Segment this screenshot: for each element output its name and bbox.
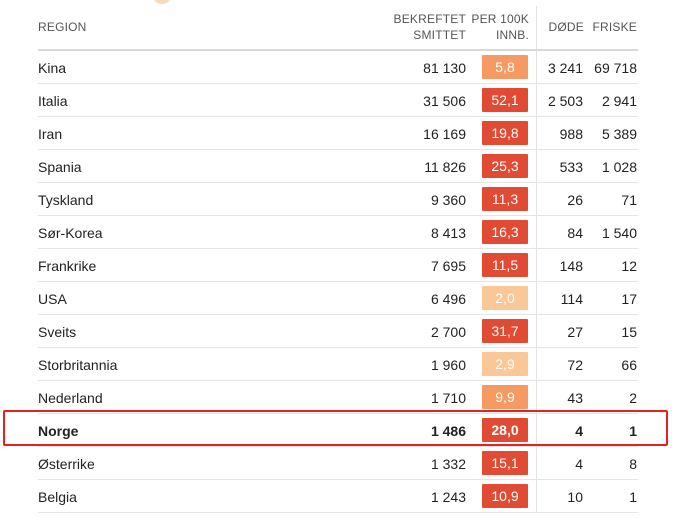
country-cell: Italia: [38, 93, 68, 109]
deaths-cell: 10: [567, 489, 583, 505]
confirmed-cell: 9 360: [430, 192, 466, 208]
header-per100k[interactable]: PER 100K INNB.: [469, 11, 529, 43]
header-recovered[interactable]: FRISKE: [592, 19, 637, 35]
per100k-badge: 9,9: [482, 385, 528, 409]
per100k-badge: 52,1: [482, 88, 528, 112]
recovered-cell: 17: [621, 291, 637, 307]
country-cell: Sør-Korea: [38, 225, 103, 241]
table-row[interactable]: Sør-Korea 8 413 16,3 84 1 540: [38, 216, 638, 249]
per100k-badge: 31,7: [482, 319, 528, 343]
header-per100k-line2: INNB.: [495, 28, 529, 42]
table-header: REGION BEKREFTET SMITTET PER 100K INNB. …: [38, 0, 638, 51]
country-cell: Spania: [38, 159, 82, 175]
recovered-cell: 5 389: [601, 126, 637, 142]
confirmed-cell: 1 332: [430, 456, 466, 472]
table-row[interactable]: Østerrike 1 332 15,1 4 8: [38, 447, 638, 480]
country-cell: Tyskland: [38, 192, 94, 208]
recovered-cell: 1 540: [601, 225, 637, 241]
recovered-cell: 71: [621, 192, 637, 208]
deaths-cell: 43: [567, 390, 583, 406]
confirmed-cell: 7 695: [430, 258, 466, 274]
deaths-cell: 84: [567, 225, 583, 241]
recovered-cell: 1: [629, 423, 637, 439]
deaths-cell: 533: [559, 159, 583, 175]
per100k-badge: 11,3: [482, 187, 528, 211]
confirmed-cell: 16 169: [423, 126, 466, 142]
recovered-cell: 2 941: [601, 93, 637, 109]
country-cell: Belgia: [38, 489, 77, 505]
confirmed-cell: 6 496: [430, 291, 466, 307]
header-confirmed-line1: BEKREFTET: [393, 12, 466, 26]
country-cell: Kina: [38, 60, 67, 76]
confirmed-cell: 11 826: [424, 159, 466, 175]
per100k-badge: 15,1: [482, 451, 528, 475]
country-cell: Storbritannia: [38, 357, 118, 373]
deaths-cell: 3 241: [547, 60, 583, 76]
header-region[interactable]: REGION: [38, 19, 87, 35]
country-cell: Nederland: [38, 390, 103, 406]
country-cell: Norge: [38, 423, 79, 439]
country-cell: Sveits: [38, 324, 77, 340]
deaths-cell: 4: [575, 456, 583, 472]
table-row[interactable]: Belgia 1 243 10,9 10 1: [38, 480, 638, 513]
recovered-cell: 1 028: [601, 159, 637, 175]
confirmed-cell: 2 700: [430, 324, 466, 340]
recovered-cell: 15: [621, 324, 637, 340]
table-row[interactable]: Nederland 1 710 9,9 43 2: [38, 381, 638, 414]
recovered-cell: 2: [629, 390, 637, 406]
deaths-cell: 72: [567, 357, 583, 373]
per100k-badge: 19,8: [482, 121, 528, 145]
confirmed-cell: 1 486: [430, 423, 466, 439]
deaths-cell: 4: [575, 423, 583, 439]
per100k-badge: 2,0: [482, 286, 528, 310]
country-cell: Frankrike: [38, 258, 97, 274]
confirmed-cell: 8 413: [430, 225, 466, 241]
table-body: Kina 81 130 5,8 3 241 69 718 Italia 31 506 52,1…: [38, 51, 638, 513]
table-row[interactable]: USA 6 496 2,0 114 17: [38, 282, 638, 315]
recovered-cell: 66: [621, 357, 637, 373]
confirmed-cell: 1 710: [430, 390, 466, 406]
per100k-badge: 5,8: [482, 55, 528, 79]
confirmed-cell: 1 960: [430, 357, 466, 373]
header-per100k-line1: PER 100K: [471, 12, 529, 26]
country-cell: Iran: [38, 126, 63, 142]
per100k-badge: 2,9: [482, 352, 528, 376]
per100k-badge: 10,9: [482, 484, 528, 508]
table-row[interactable]: Kina 81 130 5,8 3 241 69 718: [38, 51, 638, 84]
table-row[interactable]: Iran 16 169 19,8 988 5 389: [38, 117, 638, 150]
table-row[interactable]: Tyskland 9 360 11,3 26 71: [38, 183, 638, 216]
per100k-badge: 16,3: [482, 220, 528, 244]
table-row[interactable]: Frankrike 7 695 11,5 148 12: [38, 249, 638, 282]
per100k-badge: 28,0: [482, 418, 528, 442]
recovered-cell: 12: [621, 258, 637, 274]
deaths-cell: 2 503: [547, 93, 583, 109]
per100k-badge: 25,3: [482, 154, 528, 178]
deaths-cell: 114: [560, 291, 583, 307]
header-deaths[interactable]: DØDE: [549, 19, 584, 35]
per100k-badge: 11,5: [482, 253, 528, 277]
table-row[interactable]: Italia 31 506 52,1 2 503 2 941: [38, 84, 638, 117]
confirmed-cell: 81 130: [423, 60, 466, 76]
recovered-cell: 1: [629, 489, 637, 505]
country-cell: Østerrike: [38, 456, 95, 472]
corona-stats-table: REGION BEKREFTET SMITTET PER 100K INNB. …: [38, 0, 638, 513]
deaths-cell: 988: [559, 126, 583, 142]
header-confirmed[interactable]: BEKREFTET SMITTET: [394, 11, 466, 43]
confirmed-cell: 1 243: [430, 489, 466, 505]
deaths-cell: 148: [559, 258, 583, 274]
country-cell: USA: [38, 291, 67, 307]
confirmed-cell: 31 506: [423, 93, 466, 109]
recovered-cell: 8: [629, 456, 637, 472]
table-row[interactable]: Sveits 2 700 31,7 27 15: [38, 315, 638, 348]
recovered-cell: 69 718: [594, 60, 637, 76]
header-confirmed-line2: SMITTET: [413, 28, 466, 42]
table-row[interactable]: Spania 11 826 25,3 533 1 028: [38, 150, 638, 183]
table-row[interactable]: Storbritannia 1 960 2,9 72 66: [38, 348, 638, 381]
table-row[interactable]: Norge 1 486 28,0 4 1: [38, 414, 638, 447]
deaths-cell: 27: [567, 324, 583, 340]
deaths-cell: 26: [567, 192, 583, 208]
